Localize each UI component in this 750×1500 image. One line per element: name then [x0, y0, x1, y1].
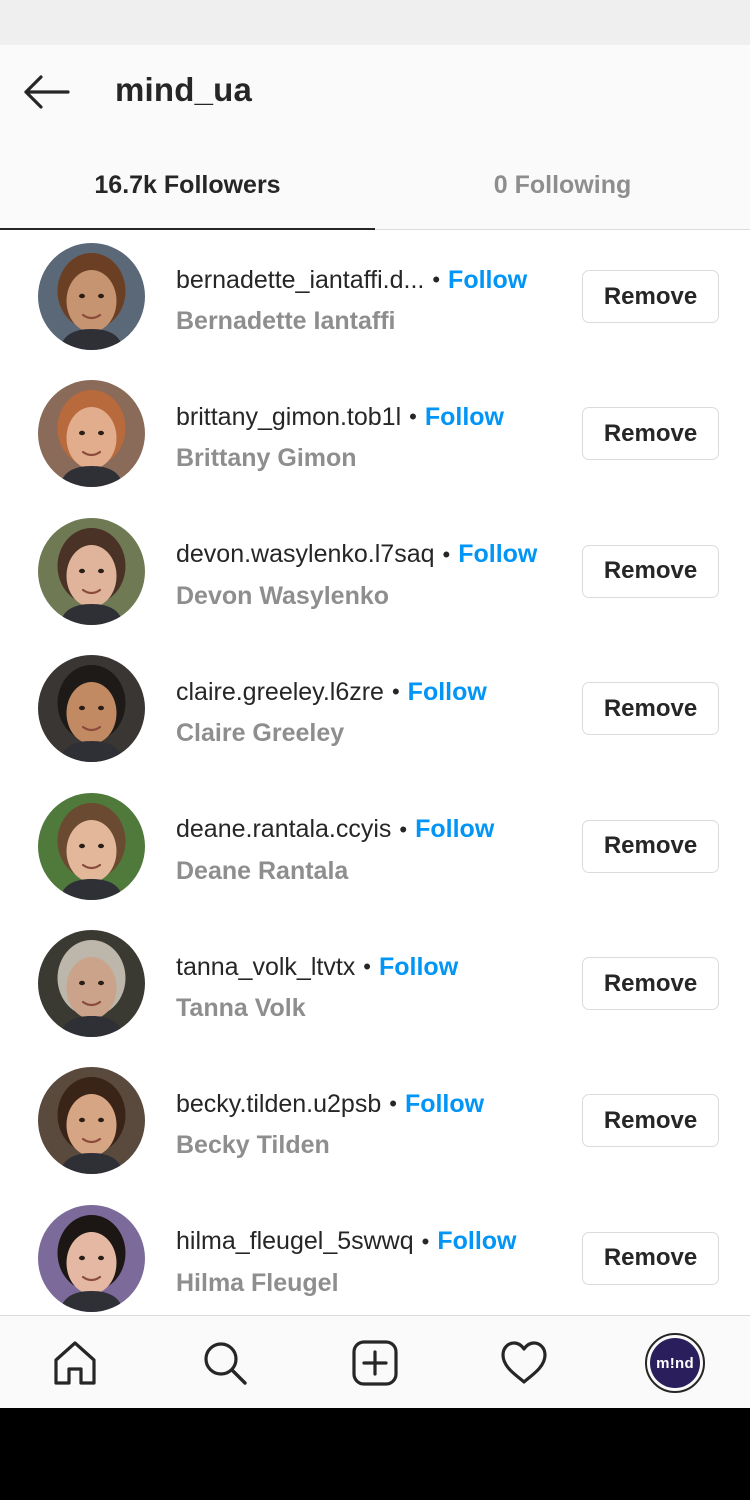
follower-text: hilma_fleugel_5swwq • Follow Hilma Fleug…: [176, 1223, 571, 1298]
follow-link[interactable]: Follow: [425, 403, 504, 432]
remove-follower-button[interactable]: Remove: [582, 544, 719, 598]
nav-activity[interactable]: [491, 1330, 557, 1396]
follower-text: claire.greeley.l6zre • Follow Claire Gre…: [176, 673, 571, 748]
separator-dot: •: [421, 1228, 430, 1254]
follower-full-name: Becky Tilden: [176, 1131, 330, 1160]
follower-text: deane.rantala.ccyis • Follow Deane Ranta…: [176, 811, 571, 886]
follower-avatar[interactable]: [38, 1204, 145, 1312]
follow-link[interactable]: Follow: [405, 1090, 484, 1119]
profile-avatar: m!nd: [645, 1333, 705, 1393]
follower-row: tanna_volk_ltvtx • Follow Tanna Volk Rem…: [0, 924, 750, 1061]
follow-link[interactable]: Follow: [458, 540, 537, 569]
follower-text: becky.tilden.u2psb • Follow Becky Tilden: [176, 1085, 571, 1160]
follower-username[interactable]: brittany_gimon.tob1l: [176, 403, 401, 432]
follower-username[interactable]: deane.rantala.ccyis: [176, 815, 391, 844]
follower-avatar[interactable]: [38, 930, 145, 1037]
follow-link[interactable]: Follow: [448, 266, 527, 295]
home-icon: [54, 1341, 96, 1385]
follower-avatar[interactable]: [38, 1067, 145, 1175]
follow-link[interactable]: Follow: [437, 1227, 516, 1256]
nav-home[interactable]: [42, 1330, 108, 1396]
separator-dot: •: [363, 954, 371, 979]
follower-text: tanna_volk_ltvtx • Follow Tanna Volk: [176, 948, 571, 1023]
follower-row: hilma_fleugel_5swwq • Follow Hilma Fleug…: [0, 1199, 750, 1315]
follower-username[interactable]: bernadette_iantaffi.d...: [176, 266, 424, 295]
follow-tabs: 16.7k Followers 0 Following: [0, 140, 750, 230]
active-tab-indicator: [0, 228, 375, 230]
follower-avatar[interactable]: [38, 380, 145, 488]
followers-list[interactable]: bernadette_iantaffi.d... • Follow Bernad…: [0, 231, 750, 1315]
back-arrow-icon: [24, 75, 70, 109]
follower-line: claire.greeley.l6zre • Follow: [176, 673, 571, 711]
remove-follower-button[interactable]: Remove: [582, 270, 719, 323]
follower-line: devon.wasylenko.l7saq • Follow: [176, 536, 571, 574]
separator-dot: •: [391, 679, 400, 705]
status-bar: [0, 0, 750, 45]
separator-dot: •: [432, 267, 441, 292]
profile-logo-text: m!nd: [650, 1338, 700, 1388]
back-button[interactable]: [18, 67, 74, 117]
follower-username[interactable]: devon.wasylenko.l7saq: [176, 540, 435, 569]
follow-link[interactable]: Follow: [415, 815, 494, 844]
follower-avatar[interactable]: [38, 243, 145, 350]
follow-link[interactable]: Follow: [379, 953, 458, 982]
follower-full-name: Tanna Volk: [176, 994, 306, 1022]
follower-full-name: Bernadette Iantaffi: [176, 307, 396, 335]
bottom-navigation: m!nd: [0, 1315, 750, 1408]
tab-following[interactable]: 0 Following: [375, 140, 750, 230]
follower-line: brittany_gimon.tob1l • Follow: [176, 398, 571, 436]
search-icon: [204, 1342, 247, 1385]
follower-full-name: Claire Greeley: [176, 719, 345, 748]
remove-follower-button[interactable]: Remove: [582, 407, 719, 461]
follower-username[interactable]: claire.greeley.l6zre: [176, 678, 384, 707]
new-post-icon: [352, 1340, 398, 1386]
follower-text: devon.wasylenko.l7saq • Follow Devon Was…: [176, 536, 571, 611]
follower-row: claire.greeley.l6zre • Follow Claire Gre…: [0, 649, 750, 786]
nav-search[interactable]: [192, 1330, 258, 1396]
follower-line: becky.tilden.u2psb • Follow: [176, 1085, 571, 1123]
nav-new-post[interactable]: [342, 1330, 408, 1396]
follower-line: bernadette_iantaffi.d... • Follow: [176, 261, 571, 299]
follower-avatar[interactable]: [38, 517, 145, 625]
follower-line: deane.rantala.ccyis • Follow: [176, 811, 571, 849]
tab-followers[interactable]: 16.7k Followers: [0, 140, 375, 230]
follower-username[interactable]: tanna_volk_ltvtx: [176, 953, 355, 982]
separator-dot: •: [442, 541, 451, 567]
follower-full-name: Hilma Fleugel: [176, 1268, 339, 1297]
follower-text: bernadette_iantaffi.d... • Follow Bernad…: [176, 261, 571, 336]
follower-full-name: Devon Wasylenko: [176, 581, 390, 610]
remove-follower-button[interactable]: Remove: [582, 1231, 719, 1285]
follower-full-name: Brittany Gimon: [176, 444, 357, 473]
follower-full-name: Deane Rantala: [176, 856, 349, 885]
follower-line: tanna_volk_ltvtx • Follow: [176, 948, 571, 986]
follower-row: deane.rantala.ccyis • Follow Deane Ranta…: [0, 787, 750, 924]
nav-profile[interactable]: m!nd: [642, 1330, 708, 1396]
follower-row: bernadette_iantaffi.d... • Follow Bernad…: [0, 237, 750, 374]
follower-username[interactable]: becky.tilden.u2psb: [176, 1090, 381, 1119]
follower-text: brittany_gimon.tob1l • Follow Brittany G…: [176, 398, 571, 473]
follower-avatar[interactable]: [38, 655, 145, 763]
top-header: mind_ua: [0, 45, 750, 140]
follower-row: becky.tilden.u2psb • Follow Becky Tilden…: [0, 1061, 750, 1198]
separator-dot: •: [409, 404, 417, 430]
follower-avatar[interactable]: [38, 792, 145, 900]
follower-row: brittany_gimon.tob1l • Follow Brittany G…: [0, 374, 750, 511]
remove-follower-button[interactable]: Remove: [582, 957, 719, 1010]
follow-link[interactable]: Follow: [408, 678, 487, 707]
follower-username[interactable]: hilma_fleugel_5swwq: [176, 1227, 414, 1256]
activity-heart-icon: [501, 1341, 547, 1384]
follower-row: devon.wasylenko.l7saq • Follow Devon Was…: [0, 512, 750, 649]
separator-dot: •: [399, 816, 408, 842]
system-navigation-bar: [0, 1408, 750, 1500]
remove-follower-button[interactable]: Remove: [582, 682, 719, 736]
remove-follower-button[interactable]: Remove: [582, 819, 719, 873]
profile-username-title: mind_ua: [115, 71, 253, 108]
separator-dot: •: [389, 1091, 397, 1117]
follower-line: hilma_fleugel_5swwq • Follow: [176, 1223, 571, 1261]
remove-follower-button[interactable]: Remove: [582, 1094, 719, 1148]
